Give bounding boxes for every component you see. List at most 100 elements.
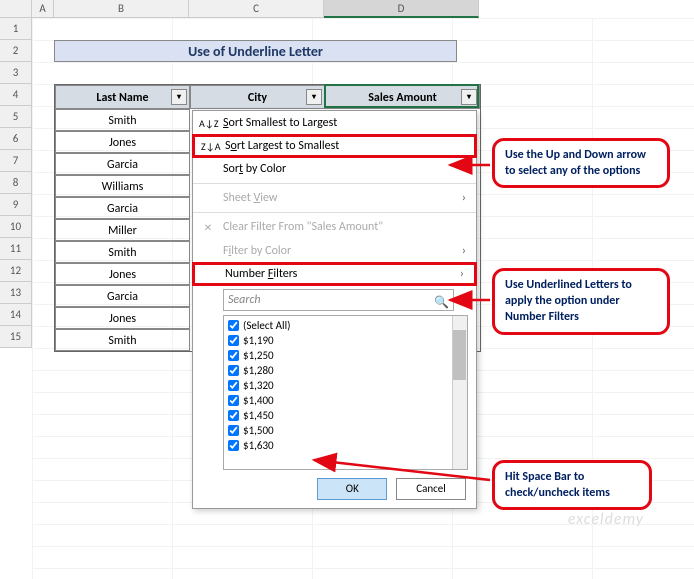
scrollbar[interactable] <box>452 316 467 469</box>
cell-last-name[interactable]: Garcia <box>55 285 190 307</box>
check-item[interactable]: $1,450 <box>228 408 463 423</box>
checkbox[interactable] <box>228 350 239 361</box>
row-header[interactable]: 2 <box>0 40 32 62</box>
clear-filter-icon: ✕ <box>199 221 217 234</box>
separator <box>193 212 476 213</box>
checkbox[interactable] <box>228 365 239 376</box>
cell-last-name[interactable]: Garcia <box>55 197 190 219</box>
cell-last-name[interactable]: Jones <box>55 307 190 329</box>
row-header[interactable]: 14 <box>0 304 32 326</box>
cell-last-name[interactable]: Smith <box>55 109 190 131</box>
select-all-corner[interactable] <box>0 0 32 18</box>
checkbox[interactable] <box>228 440 239 451</box>
menu-label: ort Smallest to Largest <box>229 116 338 130</box>
cell-last-name[interactable]: Smith <box>55 241 190 263</box>
header-label: Sales Amount <box>368 91 437 105</box>
chevron-right-icon: › <box>462 191 466 205</box>
filter-button-icon[interactable]: ▾ <box>461 89 477 105</box>
chevron-right-icon: › <box>462 162 466 176</box>
menu-label: Clear Filter From "Sales Amount" <box>223 220 383 234</box>
row-header[interactable]: 1 <box>0 18 32 40</box>
checkbox[interactable] <box>228 410 239 421</box>
header-label: City <box>248 91 267 105</box>
check-item[interactable]: $1,250 <box>228 348 463 363</box>
header-city[interactable]: City ▾ <box>190 85 325 109</box>
sort-by-color[interactable]: Sort by Color › <box>193 157 476 181</box>
row-headers: 1 2 3 4 5 6 7 8 9 10 11 12 13 14 15 <box>0 18 32 348</box>
sort-ascending[interactable]: A↓Z Sort Smallest to Largest <box>193 111 476 135</box>
row-header[interactable]: 9 <box>0 194 32 216</box>
checkbox[interactable] <box>228 425 239 436</box>
search-icon: 🔍 <box>434 293 449 313</box>
row-header[interactable]: 4 <box>0 84 32 106</box>
search-placeholder: Search <box>228 293 261 307</box>
row-header[interactable]: 7 <box>0 150 32 172</box>
checkbox[interactable] <box>228 335 239 346</box>
cell-last-name[interactable]: Smith <box>55 329 190 351</box>
check-label: $1,250 <box>243 349 274 362</box>
checkbox[interactable] <box>228 320 239 331</box>
chevron-right-icon: › <box>462 244 466 258</box>
col-header-a[interactable]: A <box>32 0 54 18</box>
search-input[interactable]: Search 🔍 <box>223 289 454 311</box>
checkbox[interactable] <box>228 395 239 406</box>
check-item[interactable]: $1,280 <box>228 363 463 378</box>
filter-button-icon[interactable]: ▾ <box>306 89 322 105</box>
callout-arrow-keys: Use the Up and Down arrow to select any … <box>492 138 670 188</box>
row-header[interactable]: 11 <box>0 238 32 260</box>
cell-last-name[interactable]: Jones <box>55 131 190 153</box>
filter-button-icon[interactable]: ▾ <box>171 89 187 105</box>
number-filters[interactable]: Number Filters › <box>192 262 477 286</box>
watermark: exceldemy <box>568 510 644 529</box>
check-label: $1,400 <box>243 394 274 407</box>
check-label: $1,190 <box>243 334 274 347</box>
sheet-view: Sheet View › <box>193 186 476 210</box>
check-label: $1,500 <box>243 424 274 437</box>
col-header-c[interactable]: C <box>189 0 324 18</box>
row-header[interactable]: 8 <box>0 172 32 194</box>
row-header[interactable]: 12 <box>0 260 32 282</box>
cell-last-name[interactable]: Williams <box>55 175 190 197</box>
row-header[interactable]: 10 <box>0 216 32 238</box>
check-label: $1,320 <box>243 379 274 392</box>
sort-desc-icon: Z↓A <box>201 140 219 153</box>
separator <box>193 183 476 184</box>
check-item[interactable]: $1,500 <box>228 423 463 438</box>
check-item[interactable]: $1,630 <box>228 438 463 453</box>
cancel-button[interactable]: Cancel <box>396 478 466 500</box>
cell-last-name[interactable]: Miller <box>55 219 190 241</box>
sort-descending[interactable]: Z↓A Sort Largest to Smallest <box>192 134 477 158</box>
row-header[interactable]: 6 <box>0 128 32 150</box>
cell-last-name[interactable]: Jones <box>55 263 190 285</box>
menu-label: rt Largest to Smallest <box>237 139 339 153</box>
header-label: Last Name <box>96 91 148 105</box>
check-label: $1,630 <box>243 439 274 452</box>
header-sales-amount[interactable]: Sales Amount ▾ <box>325 85 480 109</box>
filter-by-color: Filter by Color › <box>193 239 476 263</box>
row-header[interactable]: 13 <box>0 282 32 304</box>
row-header[interactable]: 3 <box>0 62 32 84</box>
filter-dropdown: A↓Z Sort Smallest to Largest Z↓A Sort La… <box>192 110 477 509</box>
page-title: Use of Underline Letter <box>54 40 457 62</box>
check-item[interactable]: $1,190 <box>228 333 463 348</box>
col-header-b[interactable]: B <box>54 0 189 18</box>
cell-last-name[interactable]: Garcia <box>55 153 190 175</box>
checkbox[interactable] <box>228 380 239 391</box>
check-item[interactable]: $1,320 <box>228 378 463 393</box>
ok-button[interactable]: OK <box>317 478 387 500</box>
col-header-d[interactable]: D <box>324 0 479 18</box>
callout-underlined: Use Underlined Letters to apply the opti… <box>492 268 670 335</box>
check-item[interactable]: $1,400 <box>228 393 463 408</box>
row-header[interactable]: 15 <box>0 326 32 348</box>
scroll-thumb[interactable] <box>453 330 466 380</box>
check-label: $1,450 <box>243 409 274 422</box>
column-headers: A B C D <box>0 0 479 18</box>
check-select-all[interactable]: (Select All) <box>228 318 463 333</box>
filter-checklist: (Select All) $1,190 $1,250 $1,280 $1,320… <box>223 315 468 470</box>
row-header[interactable]: 5 <box>0 106 32 128</box>
header-last-name[interactable]: Last Name ▾ <box>55 85 190 109</box>
check-label: (Select All) <box>243 319 290 332</box>
sort-asc-icon: A↓Z <box>199 117 217 130</box>
chevron-right-icon: › <box>460 267 464 281</box>
check-label: $1,280 <box>243 364 274 377</box>
